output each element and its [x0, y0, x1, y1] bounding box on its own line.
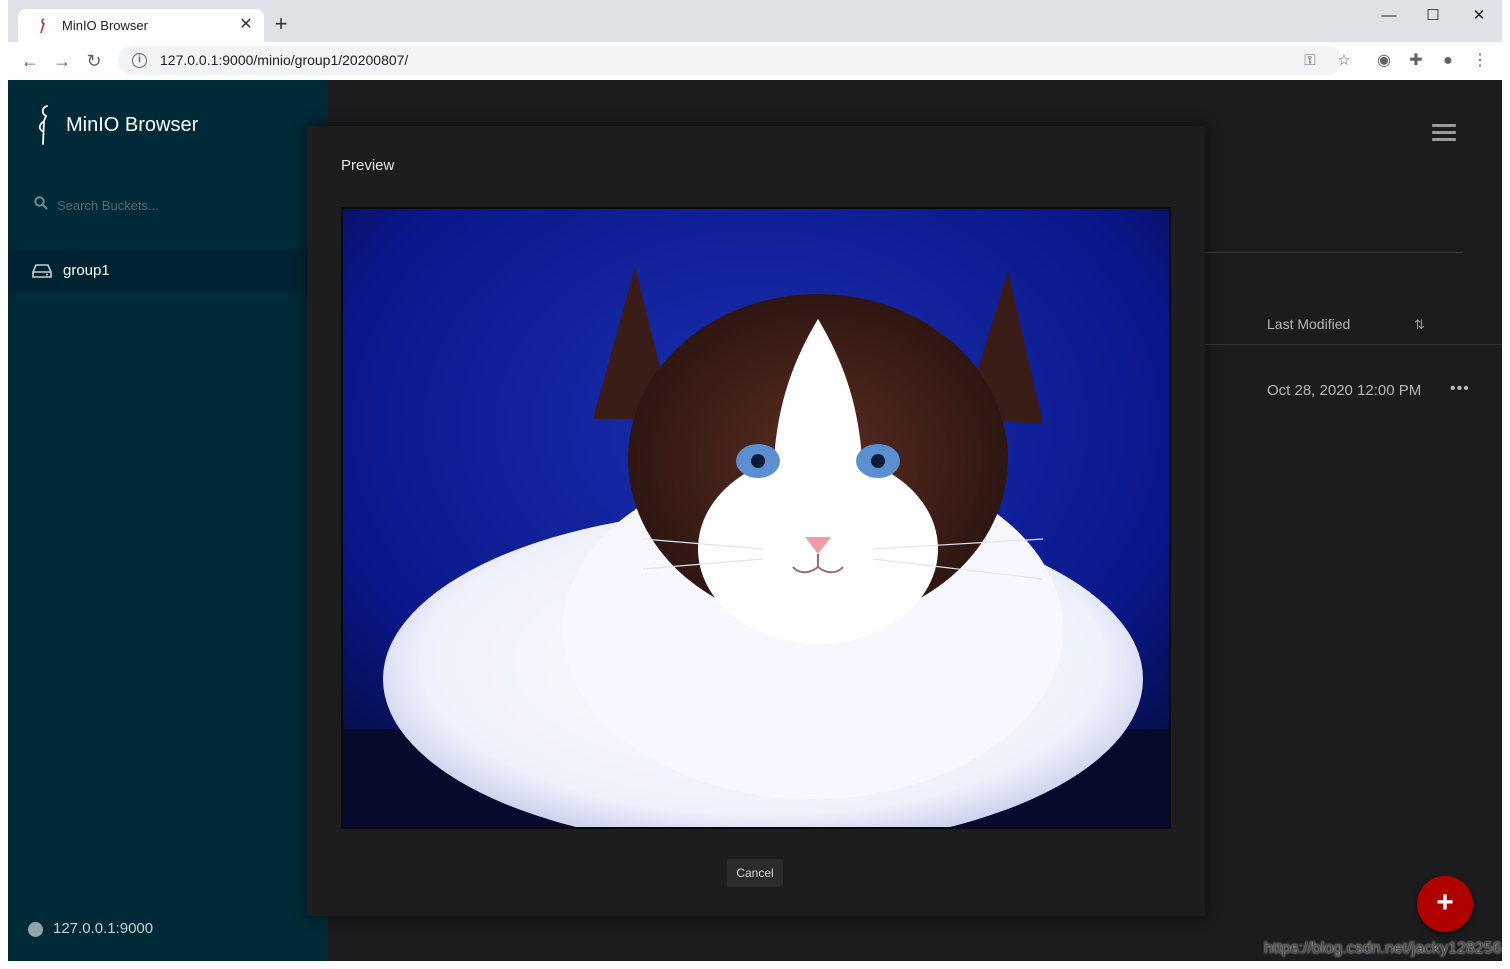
profile-icon[interactable]: ● — [1437, 50, 1459, 72]
tab-minio-browser[interactable]: MinIO Browser ✕ — [18, 9, 264, 42]
divider — [1205, 252, 1463, 253]
search-buckets-input[interactable] — [57, 194, 297, 216]
key-icon[interactable]: ⚿ — [1300, 51, 1320, 71]
url-text[interactable]: 127.0.0.1:9000/minio/group1/20200807/ — [160, 52, 408, 68]
sidebar-item-label: group1 — [63, 262, 110, 279]
reload-button[interactable]: ↻ — [83, 50, 105, 72]
watermark-text: https://blog.csdn.net/jacky128256 — [1264, 940, 1502, 957]
minimize-button[interactable]: — — [1378, 6, 1400, 26]
cat-photo-image — [343, 209, 1169, 827]
kebab-menu-icon[interactable]: ⋮ — [1469, 50, 1491, 72]
tab-close-icon[interactable]: ✕ — [237, 16, 255, 34]
browser-window: MinIO Browser ✕ + — ☐ ✕ ← → ↻ i 127.0.0.… — [0, 0, 1510, 969]
minio-logo-icon — [38, 105, 48, 145]
new-tab-button[interactable]: + — [270, 13, 292, 35]
hard-drive-icon — [32, 264, 52, 278]
cancel-button[interactable]: Cancel — [727, 859, 783, 887]
modal-title: Preview — [341, 157, 395, 174]
back-button[interactable]: ← — [19, 50, 41, 72]
minio-favicon-icon — [40, 18, 46, 34]
puzzle-icon[interactable]: ✚ — [1405, 50, 1427, 72]
extension-avatar-icon[interactable]: ◉ — [1373, 50, 1395, 72]
preview-modal: Preview Cancel — [307, 126, 1205, 916]
object-last-modified: Oct 28, 2020 12:00 PM — [1267, 382, 1422, 399]
host-address: 127.0.0.1:9000 — [53, 920, 154, 937]
minio-page: MinIO Browser group1 127.0.0.1:9000 — [8, 80, 1502, 961]
divider — [1205, 344, 1502, 345]
tab-strip: MinIO Browser ✕ + — ☐ ✕ — [8, 0, 1502, 42]
sidebar-item-group1[interactable]: group1 — [8, 250, 328, 292]
site-info-icon[interactable]: i — [132, 53, 147, 68]
preview-image — [341, 207, 1171, 829]
address-bar[interactable]: i 127.0.0.1:9000/minio/group1/20200807/ … — [118, 46, 1351, 75]
globe-icon — [28, 922, 43, 937]
forward-button[interactable]: → — [51, 50, 73, 72]
maximize-button[interactable]: ☐ — [1422, 6, 1444, 26]
sort-icon[interactable]: ⇅ — [1414, 317, 1425, 333]
add-button[interactable]: + — [1417, 876, 1473, 932]
column-header-last-modified[interactable]: Last Modified — [1267, 316, 1350, 332]
window-bottom-border — [8, 961, 1502, 969]
close-window-button[interactable]: ✕ — [1468, 6, 1490, 26]
hamburger-menu-icon[interactable] — [1432, 124, 1456, 144]
search-icon — [34, 196, 48, 210]
star-icon[interactable]: ☆ — [1334, 51, 1354, 71]
brand-title: MinIO Browser — [66, 114, 199, 136]
more-actions-icon[interactable]: ••• — [1450, 380, 1470, 398]
sidebar: MinIO Browser group1 127.0.0.1:9000 — [8, 80, 328, 961]
tab-title: MinIO Browser — [62, 18, 148, 33]
bucket-search — [34, 194, 304, 216]
browser-toolbar: ← → ↻ i 127.0.0.1:9000/minio/group1/2020… — [8, 42, 1502, 80]
